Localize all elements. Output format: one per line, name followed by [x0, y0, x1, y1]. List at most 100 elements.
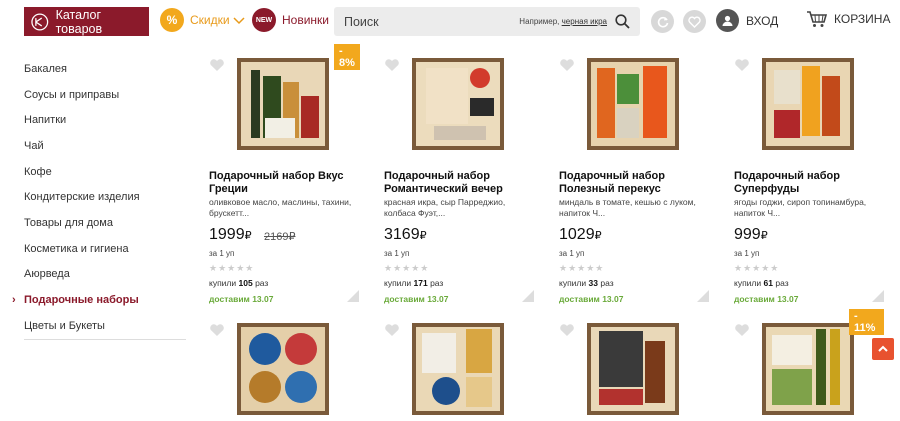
- cart-button[interactable]: КОРЗИНА: [806, 10, 890, 28]
- product-title[interactable]: Подарочный набор Романтический вечер: [384, 170, 534, 196]
- product-image[interactable]: [410, 56, 506, 152]
- product-unit: за 1 уп: [384, 249, 410, 258]
- sidebar-item-label: Аюрведа: [24, 268, 70, 281]
- product-image[interactable]: [585, 56, 681, 152]
- compare-button[interactable]: [651, 10, 674, 33]
- catalog-logo-icon: [31, 13, 49, 30]
- bought-count: купили 105 раз: [209, 278, 269, 288]
- favorites-button[interactable]: [683, 10, 706, 33]
- search-input[interactable]: Поиск: [344, 15, 519, 29]
- card-corner-fold: [347, 290, 359, 302]
- sidebar-item-label: Товары для дома: [24, 216, 113, 229]
- chevron-right-icon: ›: [12, 294, 16, 307]
- product-image[interactable]: [235, 321, 331, 417]
- refresh-icon: [657, 16, 668, 27]
- heart-icon[interactable]: [384, 323, 400, 337]
- price-value: 1999: [209, 226, 245, 243]
- price-value: 3169: [384, 226, 420, 243]
- old-price: 2169₽: [264, 231, 296, 243]
- sidebar-item-cosmetics[interactable]: Косметика и гигиена: [24, 236, 186, 262]
- bought-count: купили 171 раз: [384, 278, 444, 288]
- cart-icon: [807, 11, 828, 27]
- currency-symbol: ₽: [760, 230, 768, 242]
- product-description: красная икра, сыр Парреджио, колбаса Фуэ…: [384, 197, 506, 218]
- rating-stars: ★★★★★: [734, 263, 780, 273]
- rating-stars: ★★★★★: [559, 263, 605, 273]
- bought-count: купили 33 раз: [559, 278, 614, 288]
- sidebar-item-label: Напитки: [24, 114, 67, 127]
- heart-icon[interactable]: [384, 58, 400, 72]
- sidebar-item-coffee[interactable]: Кофе: [24, 159, 186, 185]
- search-hint-prefix: Например,: [519, 17, 560, 26]
- sidebar-item-ayurveda[interactable]: Аюрведа: [24, 262, 186, 288]
- user-icon: [716, 9, 739, 32]
- new-badge-icon: NEW: [252, 8, 276, 32]
- heart-icon: [688, 16, 701, 28]
- catalog-button[interactable]: Каталог товаров: [24, 7, 149, 36]
- sidebar-item-gift-sets[interactable]: › Подарочные наборы: [12, 287, 186, 313]
- sidebar-item-drinks[interactable]: Напитки: [24, 107, 186, 133]
- product-image[interactable]: [410, 321, 506, 417]
- card-corner-fold: [872, 290, 884, 302]
- search-hint-link[interactable]: черная икра: [562, 17, 607, 26]
- discounts-link[interactable]: % Скидки: [160, 8, 245, 32]
- currency-symbol: ₽: [594, 230, 602, 242]
- sidebar-item-sauces[interactable]: Соусы и приправы: [24, 82, 186, 108]
- currency-symbol: ₽: [419, 230, 427, 242]
- sidebar-item-confectionery[interactable]: Кондитерские изделия: [24, 184, 186, 210]
- price-value: 1029: [559, 226, 595, 243]
- heart-icon[interactable]: [734, 58, 750, 72]
- discount-percent-icon: %: [160, 8, 184, 32]
- sidebar-item-grocery[interactable]: Бакалея: [24, 56, 186, 82]
- catalog-label: Каталог товаров: [55, 7, 103, 36]
- product-description: оливковое масло, маслины, тахини, бруске…: [209, 197, 352, 218]
- sidebar-item-label: Цветы и Букеты: [24, 319, 105, 332]
- product-image[interactable]: [585, 321, 681, 417]
- news-link[interactable]: NEW Новинки: [252, 8, 329, 32]
- header: Каталог товаров % Скидки NEW Новинки Пои…: [0, 0, 900, 44]
- sidebar-item-label: Чай: [24, 139, 44, 152]
- product-title[interactable]: Подарочный набор Суперфуды: [734, 170, 884, 196]
- product-title[interactable]: Подарочный набор Вкус Греции: [209, 170, 359, 196]
- sidebar-divider: [24, 339, 186, 340]
- cart-label: КОРЗИНА: [834, 12, 891, 26]
- chevron-up-icon: [878, 345, 888, 352]
- product-description: миндаль в томате, кешью с луком, напиток…: [559, 197, 696, 218]
- search-bar[interactable]: Поиск Например, черная икра: [334, 7, 640, 36]
- heart-icon[interactable]: [559, 323, 575, 337]
- heart-icon[interactable]: [734, 323, 750, 337]
- product-price: 999₽: [734, 226, 768, 244]
- search-icon[interactable]: [615, 14, 630, 29]
- heart-icon[interactable]: [209, 58, 225, 72]
- product-unit: за 1 уп: [734, 249, 760, 258]
- product-image[interactable]: [760, 321, 856, 417]
- news-label: Новинки: [282, 13, 329, 27]
- sidebar-item-home-goods[interactable]: Товары для дома: [24, 210, 186, 236]
- sidebar-item-tea[interactable]: Чай: [24, 133, 186, 159]
- product-image[interactable]: [235, 56, 331, 152]
- heart-icon[interactable]: [209, 323, 225, 337]
- product-description: ягоды годжи, сироп топинамбура, напиток …: [734, 197, 867, 218]
- delivery-date: доставим 13.07: [209, 294, 274, 304]
- login-button[interactable]: ВХОД: [716, 9, 778, 32]
- sidebar-item-label: Бакалея: [24, 62, 68, 75]
- bought-count: купили 61 раз: [734, 278, 789, 288]
- sidebar-item-label: Косметика и гигиена: [24, 242, 129, 255]
- scroll-to-top-button[interactable]: [872, 338, 894, 360]
- login-label: ВХОД: [746, 13, 779, 28]
- product-image[interactable]: [760, 56, 856, 152]
- discounts-label: Скидки: [190, 13, 230, 27]
- heart-icon[interactable]: [559, 58, 575, 72]
- sidebar-item-label: Кофе: [24, 165, 52, 178]
- sidebar-item-flowers[interactable]: Цветы и Букеты: [24, 313, 186, 339]
- delivery-date: доставим 13.07: [559, 294, 624, 304]
- rating-stars: ★★★★★: [384, 263, 430, 273]
- card-corner-fold: [697, 290, 709, 302]
- product-unit: за 1 уп: [559, 249, 585, 258]
- search-hint: Например, черная икра: [519, 17, 607, 26]
- product-title[interactable]: Подарочный набор Полезный перекус: [559, 170, 709, 196]
- sidebar-item-label: Кондитерские изделия: [24, 191, 140, 204]
- product-price: 1999₽: [209, 226, 252, 244]
- delivery-date: доставим 13.07: [734, 294, 799, 304]
- rating-stars: ★★★★★: [209, 263, 255, 273]
